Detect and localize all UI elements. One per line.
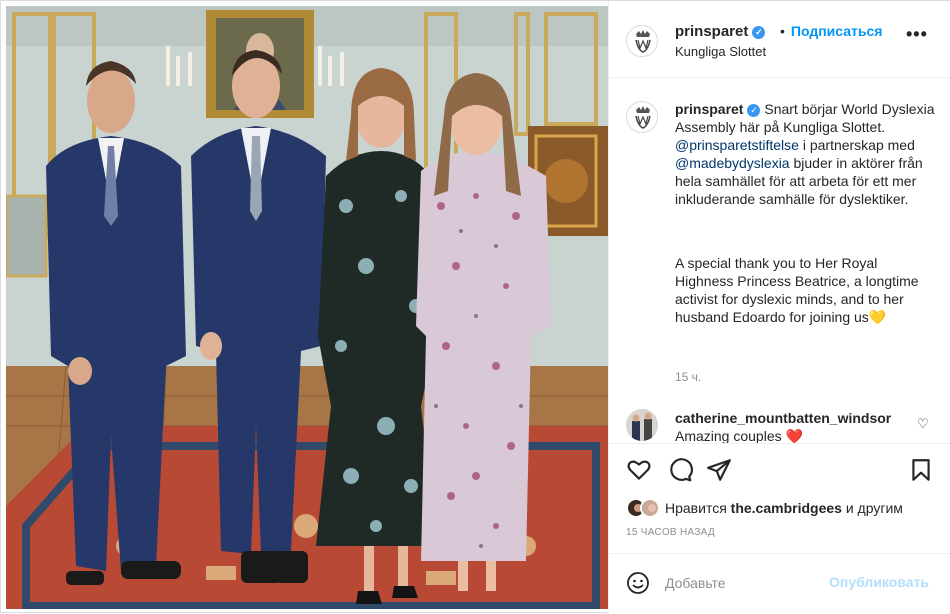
avatar-image <box>642 500 658 516</box>
caption-section: prinsparet ✓ Snart börjar World Dyslexia … <box>609 78 950 400</box>
header-username[interactable]: prinsparet ✓ <box>675 23 766 40</box>
monogram-logo <box>635 106 651 129</box>
follow-button[interactable]: Подписаться <box>780 23 883 39</box>
bookmark-icon[interactable] <box>908 457 934 483</box>
caption-username[interactable]: prinsparet <box>675 101 743 117</box>
comment-like-icon[interactable]: ♡ <box>917 416 929 432</box>
post-timestamp[interactable]: 15 ЧАСОВ НАЗАД <box>626 527 715 538</box>
likes-row[interactable]: Нравится the.cambridgees и другим <box>626 498 946 520</box>
verified-badge-icon: ✓ <box>747 104 761 117</box>
avatar[interactable] <box>626 25 658 57</box>
more-options-icon[interactable]: ••• <box>906 25 930 49</box>
caption-text: prinsparet ✓ Snart börjar World Dyslexia … <box>675 100 939 326</box>
monogram-logo <box>635 30 651 53</box>
post-photo[interactable] <box>6 6 608 609</box>
paper-plane-icon[interactable] <box>706 457 732 483</box>
mention-link[interactable]: @madebydyslexia <box>675 155 790 171</box>
username-text[interactable]: prinsparet <box>675 23 748 40</box>
commenter-avatar[interactable] <box>626 409 658 441</box>
post-actions <box>609 444 950 494</box>
comment-input[interactable] <box>665 572 855 594</box>
mention-link[interactable]: @prinsparetstiftelse <box>675 137 799 153</box>
follow-label[interactable]: Подписаться <box>791 23 883 39</box>
caption-timestamp[interactable]: 15 ч. <box>675 370 701 384</box>
caption-paragraph-2: A special thank you to Her Royal Highnes… <box>675 255 919 325</box>
post-sidebar: prinsparet ✓ Подписаться Kungliga Slottet… <box>608 1 950 614</box>
location-link[interactable]: Kungliga Slottet <box>675 44 766 59</box>
comment-text: Amazing couples ❤️ <box>675 428 803 444</box>
likes-user-link[interactable]: the.cambridgees <box>731 500 842 516</box>
heart-icon[interactable] <box>626 457 652 483</box>
caption-line-2: i partnerskap med <box>802 137 915 153</box>
avatar[interactable] <box>626 101 658 133</box>
add-comment-bar: Опубликовать <box>609 553 950 614</box>
comment-icon[interactable] <box>667 457 693 483</box>
likes-suffix[interactable]: и другим <box>846 500 903 516</box>
liker-avatar <box>640 498 660 518</box>
verified-badge-icon: ✓ <box>752 26 766 39</box>
post-dialog: prinsparet ✓ Подписаться Kungliga Slottet… <box>0 0 950 614</box>
likes-prefix: Нравится <box>665 500 727 516</box>
post-header: prinsparet ✓ Подписаться Kungliga Slottet… <box>609 1 950 78</box>
post-comment-button[interactable]: Опубликовать <box>829 574 929 590</box>
commenter-username[interactable]: catherine_mountbatten_windsor <box>675 410 891 426</box>
photo-illustration <box>6 6 608 609</box>
likes-text: Нравится the.cambridgees и другим <box>665 500 903 516</box>
comment-item: catherine_mountbatten_windsor Amazing co… <box>609 400 950 444</box>
avatar-image <box>626 409 658 441</box>
smiley-icon[interactable] <box>626 571 650 595</box>
